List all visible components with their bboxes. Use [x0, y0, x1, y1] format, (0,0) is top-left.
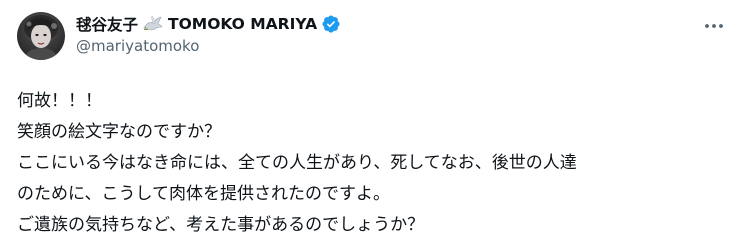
tweet-text-line: のために、こうして肉体を提供されたのですよ。: [17, 184, 390, 204]
more-options-button[interactable]: [702, 18, 726, 34]
avatar[interactable]: [17, 12, 65, 60]
tweet-text-line: ここにいる今はなき命には、全ての人生があり、死してなお、後世の人達: [17, 153, 577, 173]
more-horizontal-icon: [705, 24, 723, 28]
tweet-text-line: 笑顔の絵文字なのですか？: [17, 122, 221, 142]
tweet-text-line: 何故！！！: [17, 91, 102, 111]
verified-badge-icon: [321, 14, 341, 34]
dove-icon: [143, 15, 163, 33]
author-display-name[interactable]: 毬谷友子: [76, 13, 138, 35]
tweet-text: 何故！！！ 笑顔の絵文字なのですか？ ここにいる今はなき命には、全ての人生があり…: [17, 86, 577, 241]
avatar-photo: [23, 15, 59, 60]
author-name-latin[interactable]: TOMOKO MARIYA: [168, 15, 317, 33]
author-name-row[interactable]: 毬谷友子 TOMOKO MARIYA: [76, 13, 341, 35]
author-handle[interactable]: @mariyatomoko: [76, 37, 199, 55]
tweet-text-line: ご遺族の気持ちなど、考えた事があるのでしょうか？: [17, 215, 425, 235]
